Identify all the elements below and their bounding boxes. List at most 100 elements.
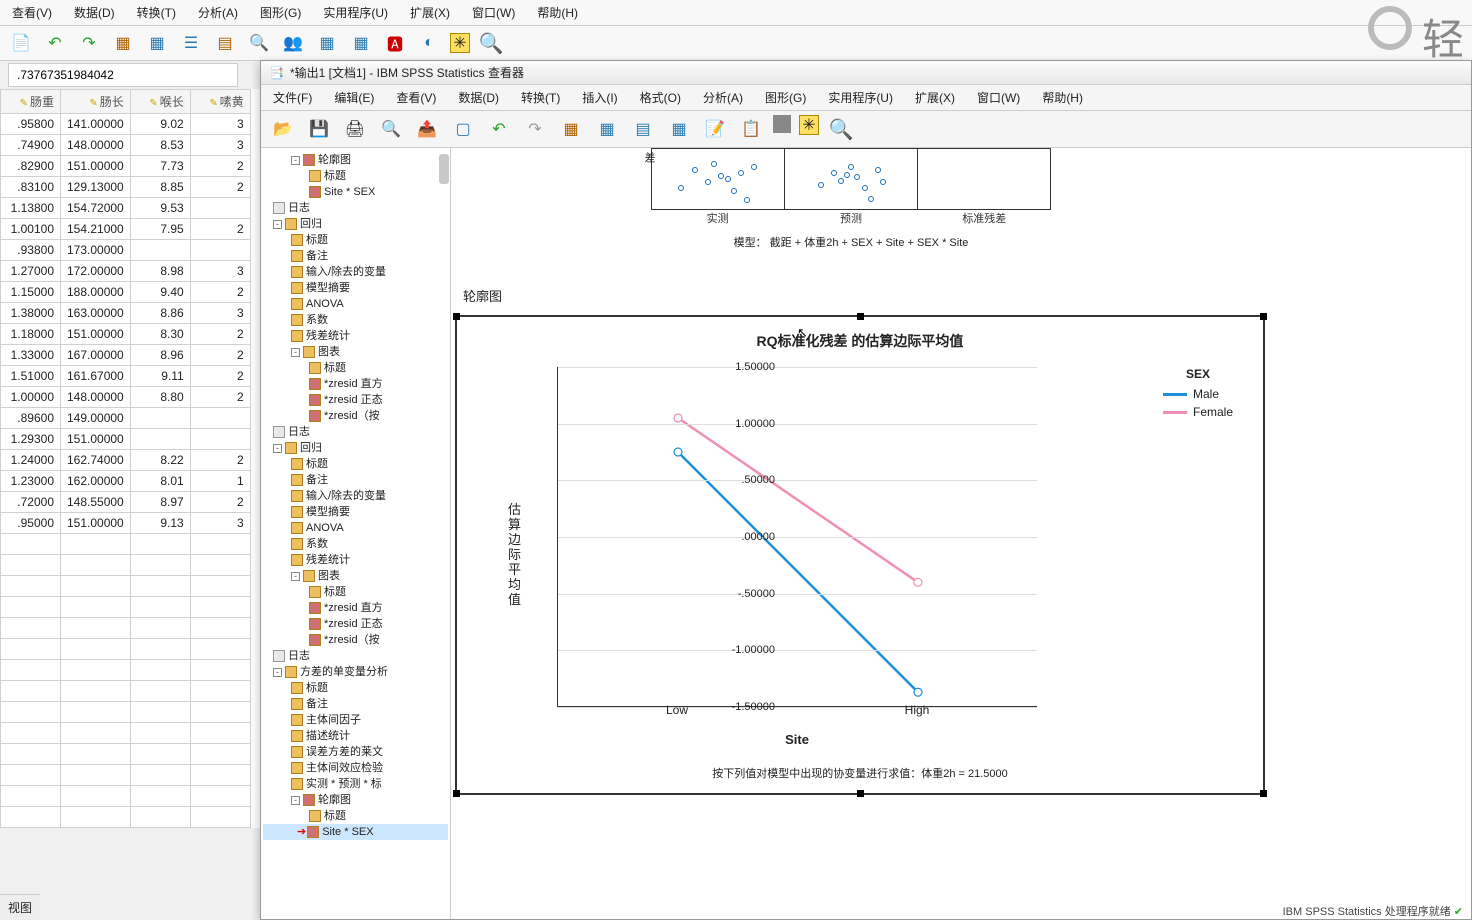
table-row[interactable]: 1.23000162.000008.011 [1,471,251,492]
menu-item[interactable]: 图形(G) [765,89,806,106]
outline-node[interactable]: *zresid 直方 [263,376,448,392]
weight-icon[interactable]: ✳ [450,33,470,53]
profile-chart[interactable]: RQ标准化残差 的估算边际平均值 ↖ 估算边际平均值 1.500001.0000… [455,315,1265,795]
menu-item[interactable]: 实用程序(U) [323,4,388,21]
column-header[interactable]: ✎肠长 [61,90,131,114]
print-icon[interactable]: 🖨 [341,115,369,143]
table-row[interactable]: 1.33000167.000008.962 [1,345,251,366]
outline-node[interactable]: *zresid 正态 [263,392,448,408]
grid3-icon[interactable]: ☰ [178,30,204,56]
column-header[interactable]: ✎肠重 [1,90,61,114]
menu-item[interactable]: 分析(A) [703,89,743,106]
table-row[interactable]: .83100129.130008.852 [1,177,251,198]
table-row[interactable]: .89600149.00000 [1,408,251,429]
outline-tree[interactable]: -轮廓图标题Site * SEX日志-回归标题备注输入/除去的变量模型摘要ANO… [261,148,451,919]
menu-item[interactable]: 文件(F) [273,89,312,106]
search-icon[interactable]: 🔍 [478,30,504,56]
table-row[interactable]: 1.15000188.000009.402 [1,282,251,303]
menu-item[interactable]: 插入(I) [582,89,617,106]
outline-node[interactable]: 标题 [263,360,448,376]
viewer-titlebar[interactable]: 📑 *输出1 [文档1] - IBM SPSS Statistics 查看器 [261,61,1471,85]
outline-node[interactable]: 标题 [263,232,448,248]
outline-node[interactable]: -回归 [263,440,448,456]
menu-item[interactable]: 分析(A) [198,4,238,21]
open-icon[interactable]: 📄 [8,30,34,56]
outline-node[interactable]: -图表 [263,568,448,584]
outline-node[interactable]: -轮廓图 [263,152,448,168]
grid2-icon[interactable]: ▦ [144,30,170,56]
menu-item[interactable]: 数据(D) [74,4,115,21]
outline-node[interactable]: 描述统计 [263,728,448,744]
menu-item[interactable]: 转换(T) [137,4,176,21]
open-folder-icon[interactable]: 📂 [269,115,297,143]
viewer-toolbar[interactable]: 📂 💾 🖨 🔍 📤 ▢ ↶ ↷ ▦ ▦ ▤ ▦ 📝 📋 ✳ 🔍 [261,111,1471,148]
vars2-icon[interactable]: ▤ [629,115,657,143]
outline-node[interactable]: 系数 [263,536,448,552]
table-row[interactable]: 1.27000172.000008.983 [1,261,251,282]
menu-item[interactable]: 编辑(E) [334,89,374,106]
table-row[interactable]: 1.29300151.00000 [1,429,251,450]
outline-node[interactable]: 主体间效应检验 [263,760,448,776]
goto-data-icon[interactable]: ▦ [557,115,585,143]
menu-item[interactable]: 实用程序(U) [828,89,893,106]
table-row[interactable]: 1.51000161.670009.112 [1,366,251,387]
outline-node[interactable]: 残差统计 [263,552,448,568]
outline-node[interactable]: 模型摘要 [263,504,448,520]
outline-node[interactable]: *zresid（按 [263,408,448,424]
outline-node[interactable]: -回归 [263,216,448,232]
redo2-icon[interactable]: ↷ [521,115,549,143]
export-icon[interactable]: 📤 [413,115,441,143]
redo-icon[interactable]: ↷ [76,30,102,56]
select-icon[interactable]: ◐ [416,30,442,56]
table-row[interactable]: 1.13800154.720009.53 [1,198,251,219]
table-row[interactable]: .74900148.000008.533 [1,135,251,156]
outline-node[interactable]: 标题 [263,168,448,184]
goto-icon[interactable]: 👥 [280,30,306,56]
table-row[interactable]: .82900151.000007.732 [1,156,251,177]
search2-icon[interactable]: 🔍 [827,115,855,143]
vars-icon[interactable]: 🅰 [382,30,408,56]
insert-icon[interactable]: 📝 [701,115,729,143]
outline-node[interactable]: -图表 [263,344,448,360]
goto-case-icon[interactable]: ▦ [593,115,621,143]
table-row[interactable]: .93800173.00000 [1,240,251,261]
save-icon[interactable]: 💾 [305,115,333,143]
outline-node[interactable]: 输入/除去的变量 [263,488,448,504]
undo2-icon[interactable]: ↶ [485,115,513,143]
outline-node[interactable]: ANOVA [263,520,448,536]
outline-node[interactable]: 输入/除去的变量 [263,264,448,280]
outline-node[interactable]: 模型摘要 [263,280,448,296]
find-icon[interactable]: 🔍 [246,30,272,56]
outline-node[interactable]: *zresid 直方 [263,600,448,616]
outline-node[interactable]: 实测 * 预测 * 标 [263,776,448,792]
outline-node[interactable]: 备注 [263,696,448,712]
outline-node[interactable]: 主体间因子 [263,712,448,728]
output-area[interactable]: 差 [451,148,1471,919]
menu-item[interactable]: 扩展(X) [915,89,955,106]
outline-node[interactable]: 日志 [263,424,448,440]
print-preview-icon[interactable]: 🔍 [377,115,405,143]
menu-item[interactable]: 转换(T) [521,89,560,106]
outline-node[interactable]: 日志 [263,648,448,664]
outline-node[interactable]: *zresid 正态 [263,616,448,632]
menu-item[interactable]: 格式(O) [640,89,681,106]
column-header[interactable]: ✎喉长 [130,90,190,114]
table-row[interactable]: .95800141.000009.023 [1,114,251,135]
insert2-icon[interactable]: 📋 [737,115,765,143]
table-row[interactable]: .95000151.000009.133 [1,513,251,534]
dialog-recall-icon[interactable]: ▢ [449,115,477,143]
outline-node[interactable]: 标题 [263,456,448,472]
outline-node[interactable]: 标题 [263,808,448,824]
outline-node[interactable]: 日志 [263,200,448,216]
outline-node[interactable]: 标题 [263,680,448,696]
outline-node[interactable]: -轮廓图 [263,792,448,808]
menu-item[interactable]: 图形(G) [260,4,301,21]
select2-icon[interactable]: ▦ [665,115,693,143]
grid1-icon[interactable]: ▦ [110,30,136,56]
outline-node[interactable]: 标题 [263,584,448,600]
menu-item[interactable]: 扩展(X) [410,4,450,21]
menu-item[interactable]: 查看(V) [12,4,52,21]
table2-icon[interactable]: ▦ [348,30,374,56]
table-row[interactable]: 1.18000151.000008.302 [1,324,251,345]
undo-icon[interactable]: ↶ [42,30,68,56]
